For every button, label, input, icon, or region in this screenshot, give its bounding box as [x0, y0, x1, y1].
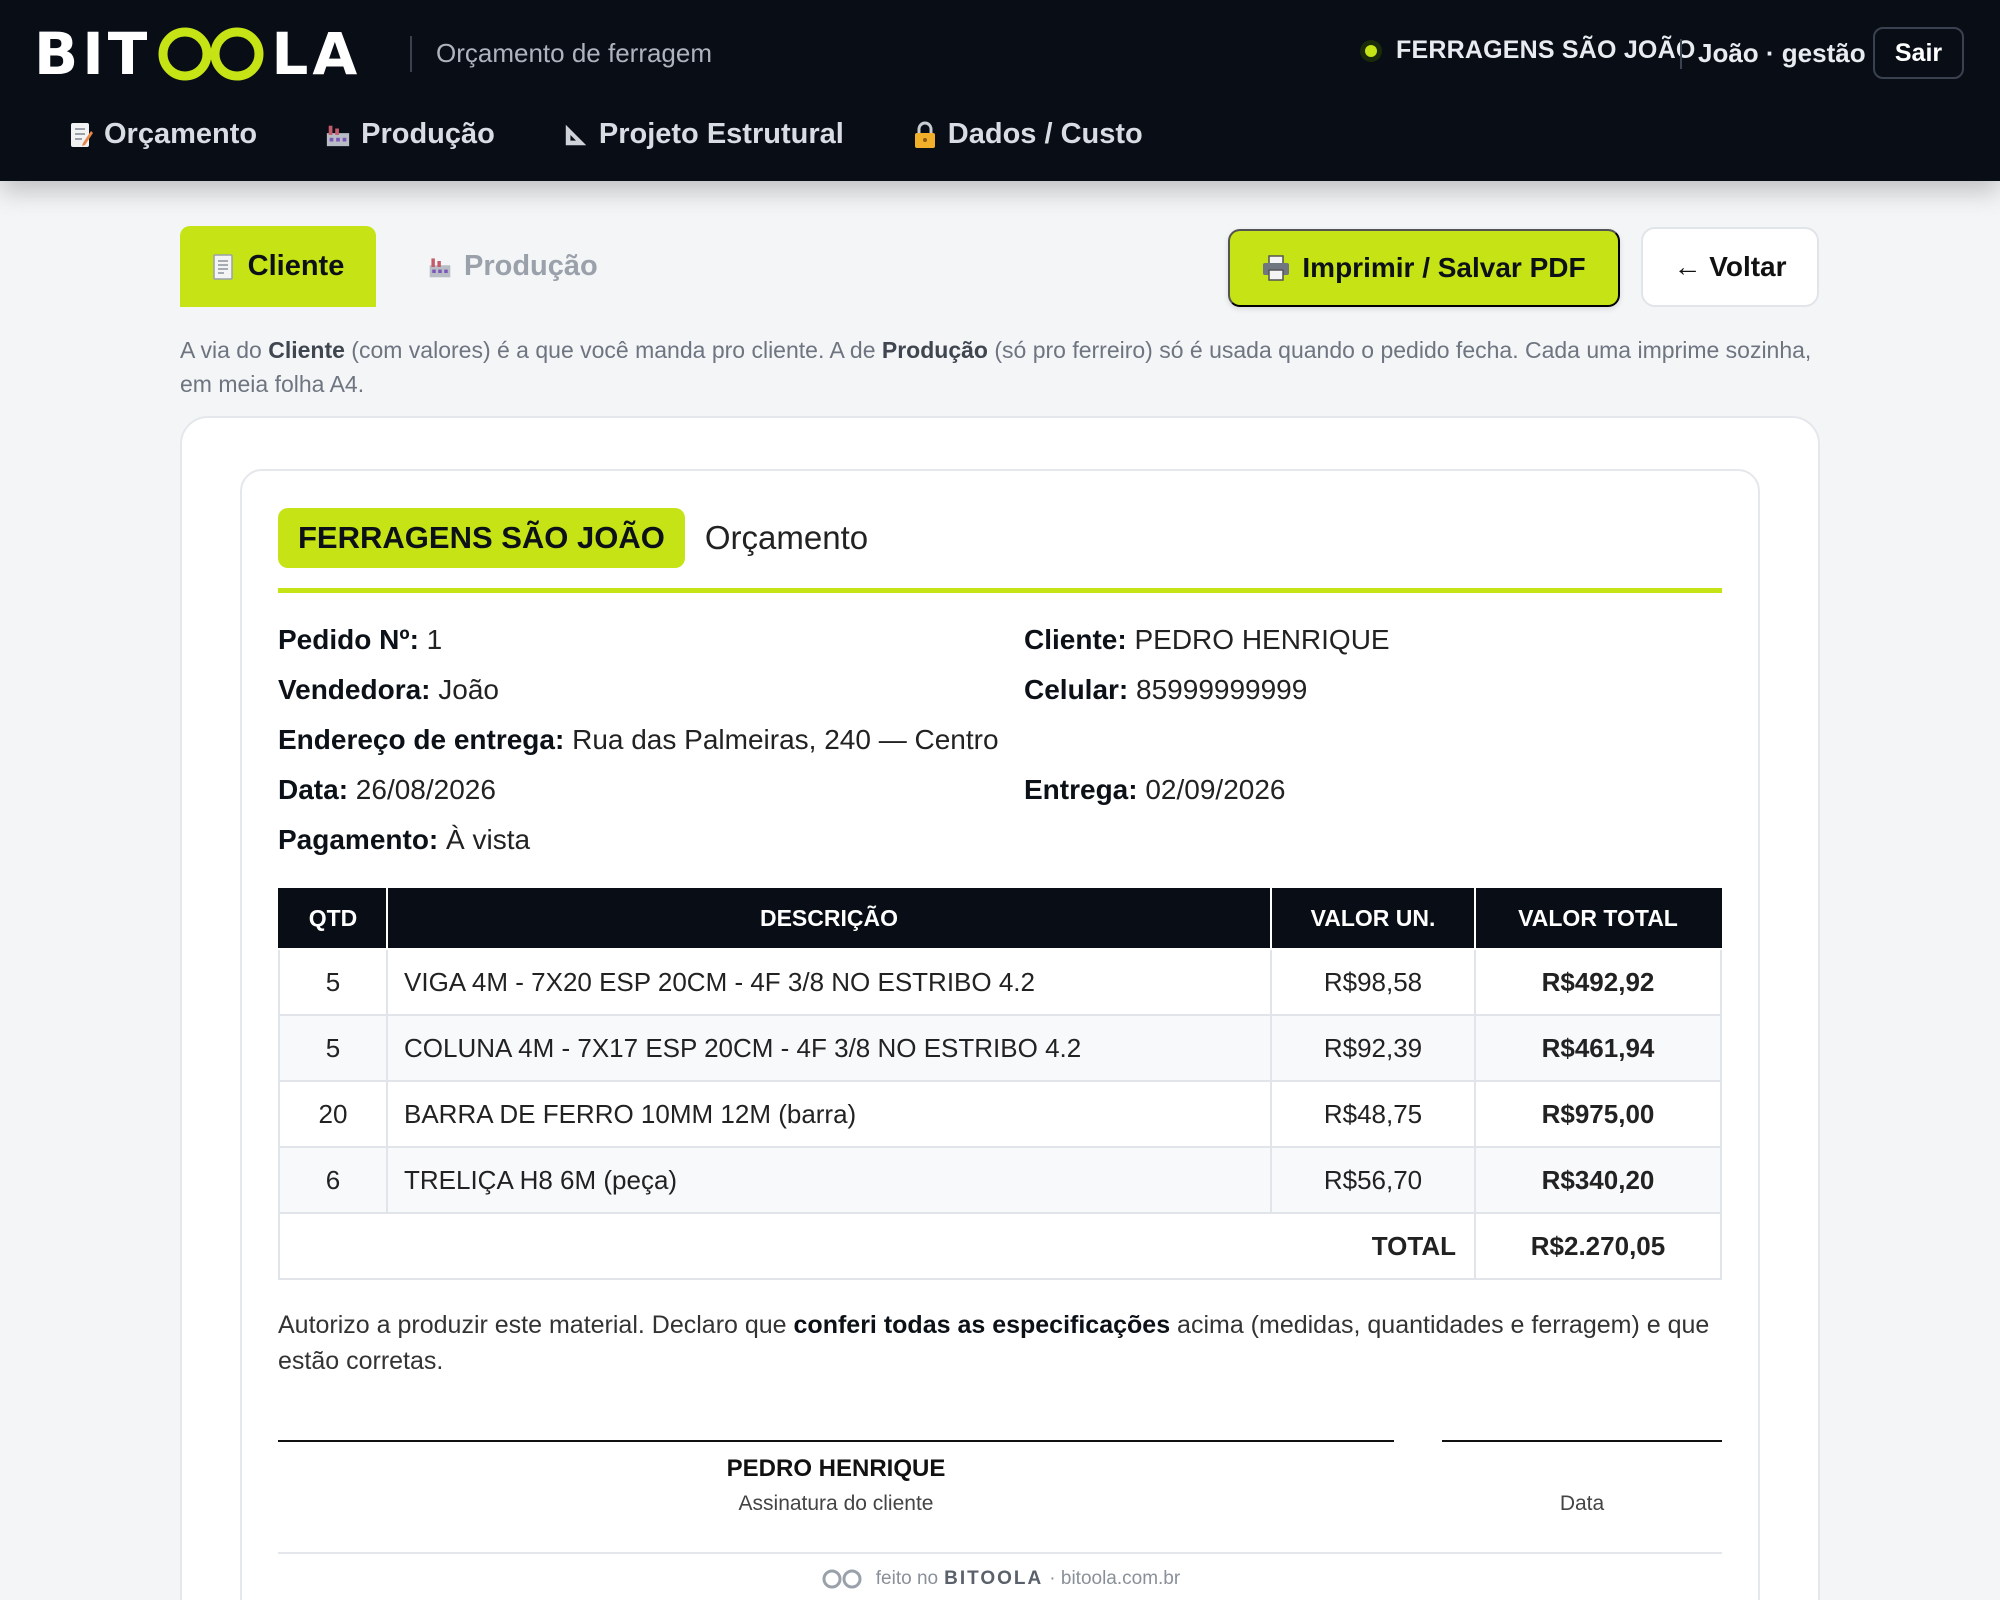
footer-suffix: · bitoola.com.br [1049, 1568, 1181, 1589]
app-subtitle: Orçamento de ferragem [436, 38, 713, 68]
nav-item-projeto-estrutural[interactable]: Projeto Estrutural [563, 118, 844, 151]
company-name: FERRAGENS SÃO JOÃO [1396, 36, 1696, 64]
bitoola-logo[interactable]: BIT LA [34, 20, 362, 88]
total-label: TOTAL [278, 1212, 1476, 1280]
cell-valor-total: R$975,00 [1474, 1080, 1722, 1148]
main-nav: Orçamento Produção Projeto Estrutural Da… [68, 118, 1211, 151]
cell-descricao: VIGA 4M - 7X20 ESP 20CM - 4F 3/8 NO ESTR… [386, 948, 1272, 1016]
header-rule [278, 588, 1722, 593]
nav-item-producao[interactable]: Produção [325, 118, 495, 151]
lock-icon [912, 121, 938, 149]
triangle-ruler-icon [563, 121, 589, 149]
logout-button[interactable]: Sair [1873, 27, 1964, 79]
column-header-descricao: DESCRIÇÃO [386, 888, 1272, 950]
field-pedido: Pedido Nº: 1 [278, 624, 443, 655]
cell-descricao: BARRA DE FERRO 10MM 12M (barra) [386, 1080, 1272, 1148]
factory-icon [428, 253, 452, 281]
cell-valor-total: R$492,92 [1474, 948, 1722, 1016]
infinity-logo-icon [158, 27, 264, 81]
cell-valor-un: R$48,75 [1270, 1080, 1476, 1148]
cell-qtd: 5 [278, 948, 388, 1016]
document-title: Orçamento [704, 519, 869, 556]
tab-cliente[interactable]: Cliente [180, 226, 376, 307]
footer-rule [278, 1552, 1722, 1554]
cell-valor-total: R$340,20 [1474, 1146, 1722, 1214]
field-entrega: Entrega: 02/09/2026 [1024, 774, 1286, 805]
header-divider [1680, 39, 1682, 69]
field-cliente: Cliente: PEDRO HENRIQUE [1024, 624, 1390, 655]
field-celular: Celular: 85999999999 [1024, 674, 1308, 705]
status-dot-icon [1360, 39, 1382, 62]
cell-descricao: TRELIÇA H8 6M (peça) [386, 1146, 1272, 1214]
column-header-qtd: QTD [278, 888, 388, 950]
date-signature-line [1442, 1440, 1722, 1442]
items-table: QTD DESCRIÇÃO VALOR UN. VALOR TOTAL 5 VI… [278, 888, 1722, 1280]
table-row: 5 VIGA 4M - 7X20 ESP 20CM - 4F 3/8 NO ES… [278, 948, 1722, 1016]
info-text: A via do Cliente (com valores) é a que v… [180, 337, 1812, 397]
client-signature-caption: Assinatura do cliente [738, 1492, 934, 1515]
user-label: João · gestão [1698, 38, 1866, 68]
total-value: R$2.270,05 [1474, 1212, 1722, 1280]
infinity-logo-icon [822, 1569, 862, 1589]
tab-label: Produção [464, 250, 598, 282]
total-row: TOTAL R$2.270,05 [278, 1212, 1722, 1280]
company-badge: FERRAGENS SÃO JOÃO [278, 508, 685, 568]
printer-icon [1263, 255, 1290, 281]
field-vendedora: Vendedora: João [278, 674, 499, 705]
table-header-row: QTD DESCRIÇÃO VALOR UN. VALOR TOTAL [278, 888, 1722, 950]
table-row: 20 BARRA DE FERRO 10MM 12M (barra) R$48,… [278, 1080, 1722, 1148]
table-row: 5 COLUNA 4M - 7X17 ESP 20CM - 4F 3/8 NO … [278, 1014, 1722, 1082]
logo-text-left: BIT [34, 20, 152, 88]
cell-valor-total: R$461,94 [1474, 1014, 1722, 1082]
authorization-text: Autorizo a produzir este material. Decla… [278, 1311, 1710, 1375]
cell-qtd: 5 [278, 1014, 388, 1082]
top-bar: BIT LA Orçamento de ferragem FERRAGENS S… [0, 0, 2000, 181]
print-button-label: Imprimir / Salvar PDF [1302, 252, 1586, 283]
print-pdf-button[interactable]: Imprimir / Salvar PDF [1228, 229, 1620, 307]
field-pagamento: Pagamento: À vista [278, 824, 531, 855]
client-signature-name: PEDRO HENRIQUE [726, 1455, 946, 1482]
cell-valor-un: R$56,70 [1270, 1146, 1476, 1214]
field-endereco: Endereço de entrega: Rua das Palmeiras, … [278, 724, 999, 755]
document-header: FERRAGENS SÃO JOÃO Orçamento [278, 508, 868, 568]
tab-label: Cliente [247, 250, 345, 282]
company-indicator: FERRAGENS SÃO JOÃO [1360, 36, 1695, 65]
cell-valor-un: R$92,39 [1270, 1014, 1476, 1082]
nav-item-label: Projeto Estrutural [598, 118, 844, 150]
table-row: 6 TRELIÇA H8 6M (peça) R$56,70 R$340,20 [278, 1146, 1722, 1214]
cell-qtd: 20 [278, 1080, 388, 1148]
column-header-valor-total: VALOR TOTAL [1474, 888, 1722, 950]
nav-item-label: Dados / Custo [947, 118, 1143, 150]
nav-item-label: Orçamento [104, 118, 258, 150]
column-header-valor-un: VALOR UN. [1270, 888, 1476, 950]
tab-producao[interactable]: Produção [428, 226, 598, 307]
footer-prefix: feito no [875, 1568, 939, 1589]
footer-brand: BITOOLA [944, 1568, 1044, 1589]
cell-descricao: COLUNA 4M - 7X17 ESP 20CM - 4F 3/8 NO ES… [386, 1014, 1272, 1082]
field-data: Data: 26/08/2026 [278, 774, 496, 805]
factory-icon [325, 121, 351, 149]
document-footer: feito no BITOOLA · bitoola.com.br [0, 1568, 2000, 1590]
cell-valor-un: R$98,58 [1270, 948, 1476, 1016]
nav-item-dados-custo[interactable]: Dados / Custo [912, 118, 1143, 151]
nav-item-orcamento[interactable]: Orçamento [68, 118, 257, 151]
cell-qtd: 6 [278, 1146, 388, 1214]
logo-text-right: LA [271, 20, 362, 88]
receipt-icon [212, 253, 236, 281]
header-divider [410, 36, 412, 72]
memo-icon [68, 121, 94, 149]
back-button[interactable]: ← Voltar [1641, 227, 1819, 307]
date-caption: Data [1559, 1492, 1605, 1515]
nav-item-label: Produção [361, 118, 495, 150]
client-signature-line [278, 1440, 1394, 1442]
